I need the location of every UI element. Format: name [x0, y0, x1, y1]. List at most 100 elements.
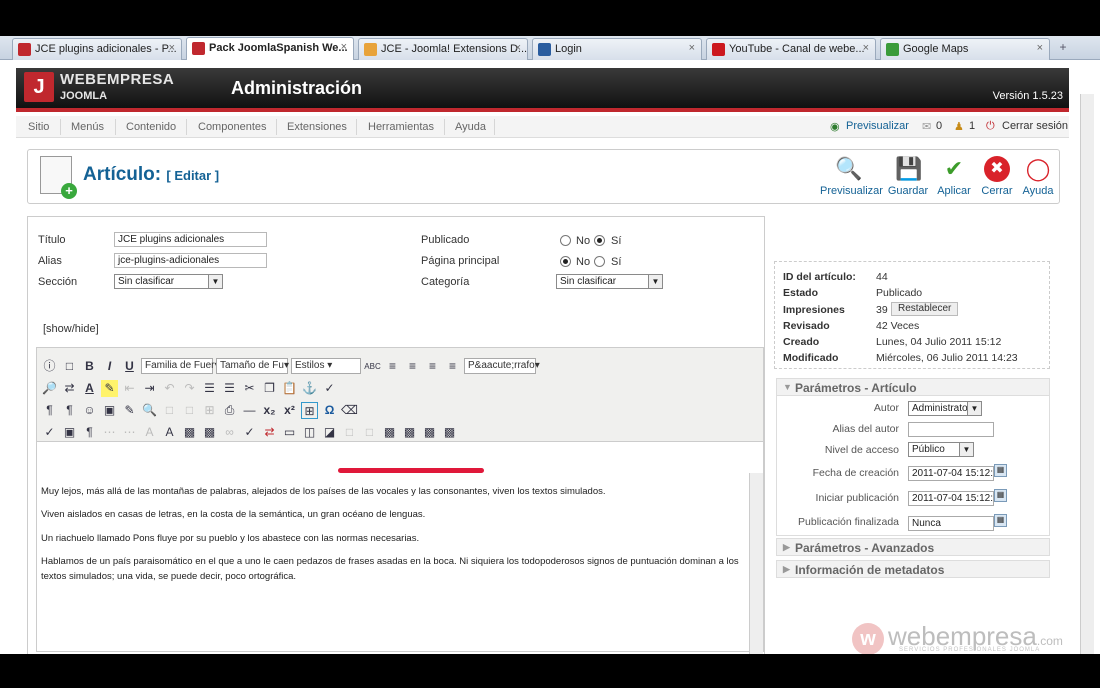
horizontal-rule-icon[interactable]: — — [241, 402, 258, 419]
film-icon[interactable]: ◪ — [321, 424, 338, 441]
indent-icon[interactable]: ⇥ — [141, 380, 158, 397]
plugin-icon-3[interactable]: ▩ — [381, 424, 398, 441]
ltr-icon[interactable]: ¶ — [41, 402, 58, 419]
menu-extensiones[interactable]: Extensiones — [287, 121, 347, 133]
calendar-icon[interactable]: ▦ — [994, 489, 1007, 502]
new-tab-button[interactable]: + — [1054, 40, 1072, 56]
align-center-icon[interactable]: ≡ — [404, 358, 421, 375]
frame-icon[interactable]: ▭ — [281, 424, 298, 441]
align-left-icon[interactable]: ≡ — [384, 358, 401, 375]
image-icon[interactable]: ▩ — [201, 424, 218, 441]
access-level-select[interactable]: Público ▼ — [908, 442, 974, 457]
paste-icon[interactable]: 📋 — [281, 380, 298, 397]
menu-herramientas[interactable]: Herramientas — [368, 121, 434, 133]
copy-icon[interactable]: ❐ — [261, 380, 278, 397]
style-icon[interactable]: A — [161, 424, 178, 441]
menu-ayuda[interactable]: Ayuda — [455, 121, 486, 133]
italic-icon[interactable]: I — [101, 358, 118, 375]
unordered-list-icon[interactable]: ☰ — [221, 380, 238, 397]
published-yes-radio[interactable] — [594, 235, 605, 246]
spell-icon[interactable]: ✓ — [241, 424, 258, 441]
redo-icon[interactable]: ↷ — [181, 380, 198, 397]
special-char-icon[interactable]: Ω — [321, 402, 338, 419]
emotions-icon[interactable]: ☺ — [81, 402, 98, 419]
close-tab-icon[interactable]: × — [863, 42, 869, 54]
strike-icon[interactable]: A — [141, 424, 158, 441]
edit-icon[interactable]: ✎ — [121, 402, 138, 419]
publish-up-input[interactable]: 2011-07-04 15:12:31 — [908, 491, 994, 506]
help-icon[interactable]: ⓘ — [41, 358, 58, 375]
rtl-icon[interactable]: ¶ — [61, 402, 78, 419]
table-icon[interactable]: ⊞ — [201, 402, 218, 419]
calendar-icon[interactable]: ▦ — [994, 514, 1007, 527]
plugin-icon-1[interactable]: □ — [341, 424, 358, 441]
justify-icon[interactable]: ≡ — [444, 358, 461, 375]
link-icon[interactable]: ∞ — [221, 424, 238, 441]
category-select[interactable]: Sin clasificar ▼ — [556, 274, 663, 289]
menu-menus[interactable]: Menús — [71, 121, 104, 133]
remove-format-icon[interactable]: ⌫ — [341, 402, 358, 419]
section-select[interactable]: Sin clasificar ▼ — [114, 274, 223, 289]
align-right-icon[interactable]: ≡ — [424, 358, 441, 375]
article-params-header[interactable]: ▼ Parámetros - Artículo — [776, 378, 1050, 396]
tab-login[interactable]: Login × — [532, 38, 702, 60]
messages-count[interactable]: 0 — [936, 120, 942, 132]
visual-aid-icon[interactable]: ⊞ — [301, 401, 318, 419]
close-tab-icon[interactable]: × — [515, 42, 521, 54]
menu-sitio[interactable]: Sitio — [28, 121, 49, 133]
font-family-select[interactable]: Familia de Fuer▾ — [141, 358, 220, 374]
styles-select[interactable]: Estilos ▾ — [291, 358, 361, 374]
acronym-icon[interactable]: ⋯ — [121, 424, 138, 441]
calendar-icon[interactable]: ▦ — [994, 464, 1007, 477]
highlight-icon[interactable]: ✎ — [101, 379, 118, 397]
paragraph-icon[interactable]: ¶ — [81, 424, 98, 441]
reset-hits-button[interactable]: Restablecer — [891, 302, 959, 316]
page-scrollbar[interactable] — [1080, 94, 1094, 654]
users-count[interactable]: 1 — [969, 120, 975, 132]
image-manager-icon[interactable]: ▩ — [181, 424, 198, 441]
bold-icon[interactable]: B — [81, 358, 98, 375]
print-icon[interactable]: ⎙ — [221, 402, 238, 419]
show-hide-toggle[interactable]: [show/hide] — [43, 323, 99, 335]
format-select[interactable]: P&aacute;rrafo▾ — [464, 358, 540, 374]
underline-icon[interactable]: U — [121, 358, 138, 375]
plugin-icon-6[interactable]: ▩ — [441, 424, 458, 441]
preview-link[interactable]: Previsualizar — [846, 120, 909, 132]
frontpage-no-radio[interactable] — [560, 256, 571, 267]
tab-google-maps[interactable]: Google Maps × — [880, 38, 1050, 60]
metadata-header[interactable]: ▶ Información de metadatos — [776, 560, 1050, 578]
tab-jce-extensions[interactable]: JCE - Joomla! Extensions D... × — [358, 38, 528, 60]
close-tab-icon[interactable]: × — [1037, 42, 1043, 54]
close-tab-icon[interactable]: × — [689, 42, 695, 54]
close-tab-icon[interactable]: × — [169, 42, 175, 54]
find-icon[interactable]: 🔎 — [41, 380, 58, 397]
column-icon[interactable]: ◫ — [301, 424, 318, 441]
superscript-icon[interactable]: x² — [281, 402, 298, 419]
plugin-icon-2[interactable]: □ — [361, 424, 378, 441]
spellcheck-icon[interactable]: ✓ — [41, 424, 58, 441]
author-alias-input[interactable] — [908, 422, 994, 437]
outdent-icon[interactable]: ⇤ — [121, 380, 138, 397]
editor-scrollbar[interactable] — [749, 473, 763, 654]
replace-icon[interactable]: ⇄ — [61, 380, 78, 397]
created-date-input[interactable]: 2011-07-04 15:12:31 — [908, 466, 994, 481]
tab-jce-plugins[interactable]: JCE plugins adicionales - P... × — [12, 38, 182, 60]
new-document-icon[interactable]: □ — [61, 358, 78, 375]
menu-contenido[interactable]: Contenido — [126, 121, 176, 133]
undo-icon[interactable]: ↶ — [161, 380, 178, 397]
tab-pack-joomlaspanish[interactable]: Pack JoomlaSpanish We... × — [186, 37, 354, 60]
layer-icon[interactable]: □ — [181, 402, 198, 419]
media-icon[interactable]: ▣ — [101, 402, 118, 419]
plugin-icon-5[interactable]: ▩ — [421, 424, 438, 441]
menu-componentes[interactable]: Componentes — [198, 121, 267, 133]
font-color-icon[interactable]: A — [81, 380, 98, 397]
font-size-select[interactable]: Tamaño de Fu▾ — [216, 358, 289, 374]
alias-input[interactable]: jce-plugins-adicionales — [114, 253, 267, 268]
title-input[interactable]: JCE plugins adicionales — [114, 232, 267, 247]
author-select[interactable]: Administrator ▼ — [908, 401, 982, 416]
frontpage-yes-radio[interactable] — [594, 256, 605, 267]
subscript-icon[interactable]: x₂ — [261, 402, 278, 419]
anchor-icon[interactable]: ⚓ — [301, 380, 318, 397]
readmore-icon[interactable]: ⇄ — [261, 424, 278, 441]
cut-icon[interactable]: ✂ — [241, 380, 258, 397]
